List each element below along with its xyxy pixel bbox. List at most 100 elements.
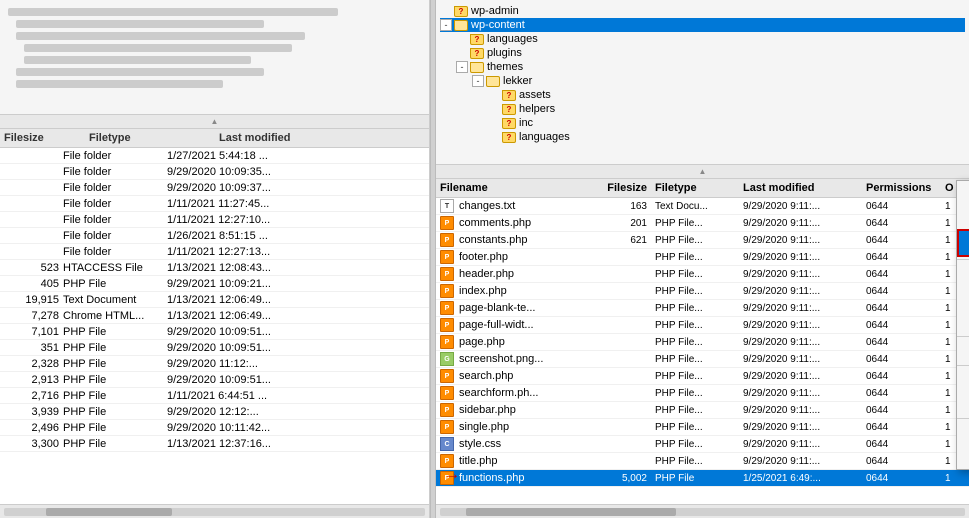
left-file-row[interactable]: File folder 9/29/2020 10:09:37... [0,180,429,196]
context-menu-item[interactable]: Refresh [957,339,969,363]
left-file-row[interactable]: 7,278 Chrome HTML... 1/13/2021 12:06:49.… [0,308,429,324]
right-file-row[interactable]: Pconstants.php 621 PHP File... 9/29/2020… [436,232,969,249]
left-file-row[interactable]: File folder 1/26/2021 8:51:15 ... [0,228,429,244]
context-menu-item[interactable]: Create new file [957,310,969,334]
tree-expand-icon[interactable]: - [472,75,484,87]
left-file-row[interactable]: 3,939 PHP File 9/29/2020 12:12:... [0,404,429,420]
tree-node[interactable]: -themes [440,60,965,74]
left-file-row[interactable]: 351 PHP File 9/29/2020 10:09:51... [0,340,429,356]
file-name-text: footer.php [459,251,508,263]
left-file-row[interactable]: File folder 9/29/2020 10:09:35... [0,164,429,180]
tree-node[interactable]: ?helpers [440,102,965,116]
file-size: 163 [582,201,647,212]
left-header-modified: Last modified [219,132,291,144]
tree-expand-icon[interactable]: - [456,61,468,73]
right-file-row[interactable]: Ptitle.php PHP File... 9/29/2020 9:11:..… [436,453,969,470]
context-menu-item[interactable]: Create directory and enter it [957,286,969,310]
right-file-row[interactable]: Tchanges.txt 163 Text Docu... 9/29/2020 … [436,198,969,215]
context-menu-item[interactable]: +Add files to queue [957,205,969,229]
file-name: Psidebar.php [440,403,582,417]
file-type: PHP File... [655,354,735,365]
left-bottom-scrollbar[interactable] [0,504,429,518]
right-file-row[interactable]: Ppage-blank-te... PHP File... 9/29/2020 … [436,300,969,317]
left-file-row[interactable]: 523 HTACCESS File 1/13/2021 12:08:43... [0,260,429,276]
right-file-row[interactable]: Pindex.php PHP File... 9/29/2020 9:11:..… [436,283,969,300]
right-file-row[interactable]: Gscreenshot.png... PHP File... 9/29/2020… [436,351,969,368]
left-file-row[interactable]: File folder 1/11/2021 12:27:10... [0,212,429,228]
left-file-row[interactable]: File folder 1/11/2021 11:27:45... [0,196,429,212]
right-file-row[interactable]: Ppage-full-widt... PHP File... 9/29/2020… [436,317,969,334]
file-permissions: 0644 [866,439,941,450]
context-menu-item[interactable]: ✎View/Edit [957,229,969,257]
context-menu-item[interactable]: File permissions... [957,445,969,469]
file-type: PHP File... [655,456,735,467]
file-permissions: 0644 [866,235,941,246]
file-type: PHP File... [655,269,735,280]
right-file-row[interactable]: Psearch.php PHP File... 9/29/2020 9:11:.… [436,368,969,385]
file-name: Ppage.php [440,335,582,349]
context-menu-item[interactable]: Create directory [957,262,969,286]
left-tree [0,0,429,115]
tree-expand-icon[interactable]: - [440,19,452,31]
left-file-row[interactable]: 7,101 PHP File 9/29/2020 10:09:51... [0,324,429,340]
right-header-permissions: Permissions [866,182,941,194]
txt-file-icon: T [440,199,454,213]
left-file-row[interactable]: File folder 1/11/2021 12:27:13... [0,244,429,260]
left-file-row[interactable]: 2,913 PHP File 9/29/2020 10:09:51... [0,372,429,388]
right-file-row[interactable]: Psidebar.php PHP File... 9/29/2020 9:11:… [436,402,969,419]
file-permissions: 0644 [866,422,941,433]
file-modified: 1/13/2021 12:37:16... [167,438,327,450]
folder-open-icon [470,62,484,73]
tree-node[interactable]: ?wp-admin [440,4,965,18]
left-file-row[interactable]: 2,496 PHP File 9/29/2020 10:11:42... [0,420,429,436]
main-container: ▲ Filesize Filetype Last modified File f… [0,0,969,518]
tree-node[interactable]: -wp-content [440,18,965,32]
file-name: Gscreenshot.png... [440,352,582,366]
tree-node[interactable]: -lekker [440,74,965,88]
left-file-row[interactable]: 405 PHP File 9/29/2021 10:09:21... [0,276,429,292]
left-file-row[interactable]: 2,716 PHP File 1/11/2021 6:44:51 ... [0,388,429,404]
left-file-row[interactable]: 19,915 Text Document 1/13/2021 12:06:49.… [0,292,429,308]
file-name-text: single.php [459,421,509,433]
right-file-row[interactable]: Pheader.php PHP File... 9/29/2020 9:11:.… [436,266,969,283]
file-permissions: 0644 [866,252,941,263]
right-file-row[interactable]: Pcomments.php 201 PHP File... 9/29/2020 … [436,215,969,232]
file-type: File folder [63,198,163,210]
file-modified: 9/29/2020 9:11:... [743,286,858,297]
file-modified: 9/29/2020 9:11:... [743,371,858,382]
right-file-row[interactable]: Cstyle.css PHP File... 9/29/2020 9:11:..… [436,436,969,453]
tree-node[interactable]: ?inc [440,116,965,130]
tree-node[interactable]: ?languages [440,130,965,144]
tree-node[interactable]: ?assets [440,88,965,102]
right-file-row[interactable]: Psingle.php PHP File... 9/29/2020 9:11:.… [436,419,969,436]
left-file-row[interactable]: File folder 1/27/2021 5:44:18 ... [0,148,429,164]
file-name-text: changes.txt [459,200,515,212]
context-menu-item[interactable]: ⬇Download [957,181,969,205]
file-type: PHP File [63,342,163,354]
tree-node[interactable]: ?languages [440,32,965,46]
right-file-list: Tchanges.txt 163 Text Docu... 9/29/2020 … [436,198,969,504]
file-size: 523 [4,262,59,274]
context-menu-separator [957,365,969,366]
file-type: File folder [63,246,163,258]
right-file-row[interactable]: Pfunctions.php 5,002 PHP File 1/25/2021 … [436,470,969,487]
folder-open-icon [454,20,468,31]
file-modified: 9/29/2020 9:11:... [743,439,858,450]
php-file-icon: P [440,267,454,281]
right-file-row[interactable]: Pfooter.php PHP File... 9/29/2020 9:11:.… [436,249,969,266]
context-menu-item[interactable]: Rename [957,392,969,416]
right-file-row[interactable]: Ppage.php PHP File... 9/29/2020 9:11:...… [436,334,969,351]
right-bottom-scrollbar[interactable] [436,504,969,518]
context-menu-item[interactable]: Copy URL(s) to clipboard [957,421,969,445]
file-modified: 1/11/2021 11:27:45... [167,198,327,210]
tree-node[interactable]: ?plugins [440,46,965,60]
php-file-icon: P [440,420,454,434]
right-header-filename: Filename [440,182,582,194]
file-type: Chrome HTML... [63,310,163,322]
context-menu-item[interactable]: Delete [957,368,969,392]
left-file-row[interactable]: 2,328 PHP File 9/29/2020 11:12:... [0,356,429,372]
right-file-row[interactable]: Psearchform.ph... PHP File... 9/29/2020 … [436,385,969,402]
file-permissions: 0644 [866,269,941,280]
left-file-row[interactable]: 3,300 PHP File 1/13/2021 12:37:16... [0,436,429,452]
file-permissions: 0644 [866,388,941,399]
